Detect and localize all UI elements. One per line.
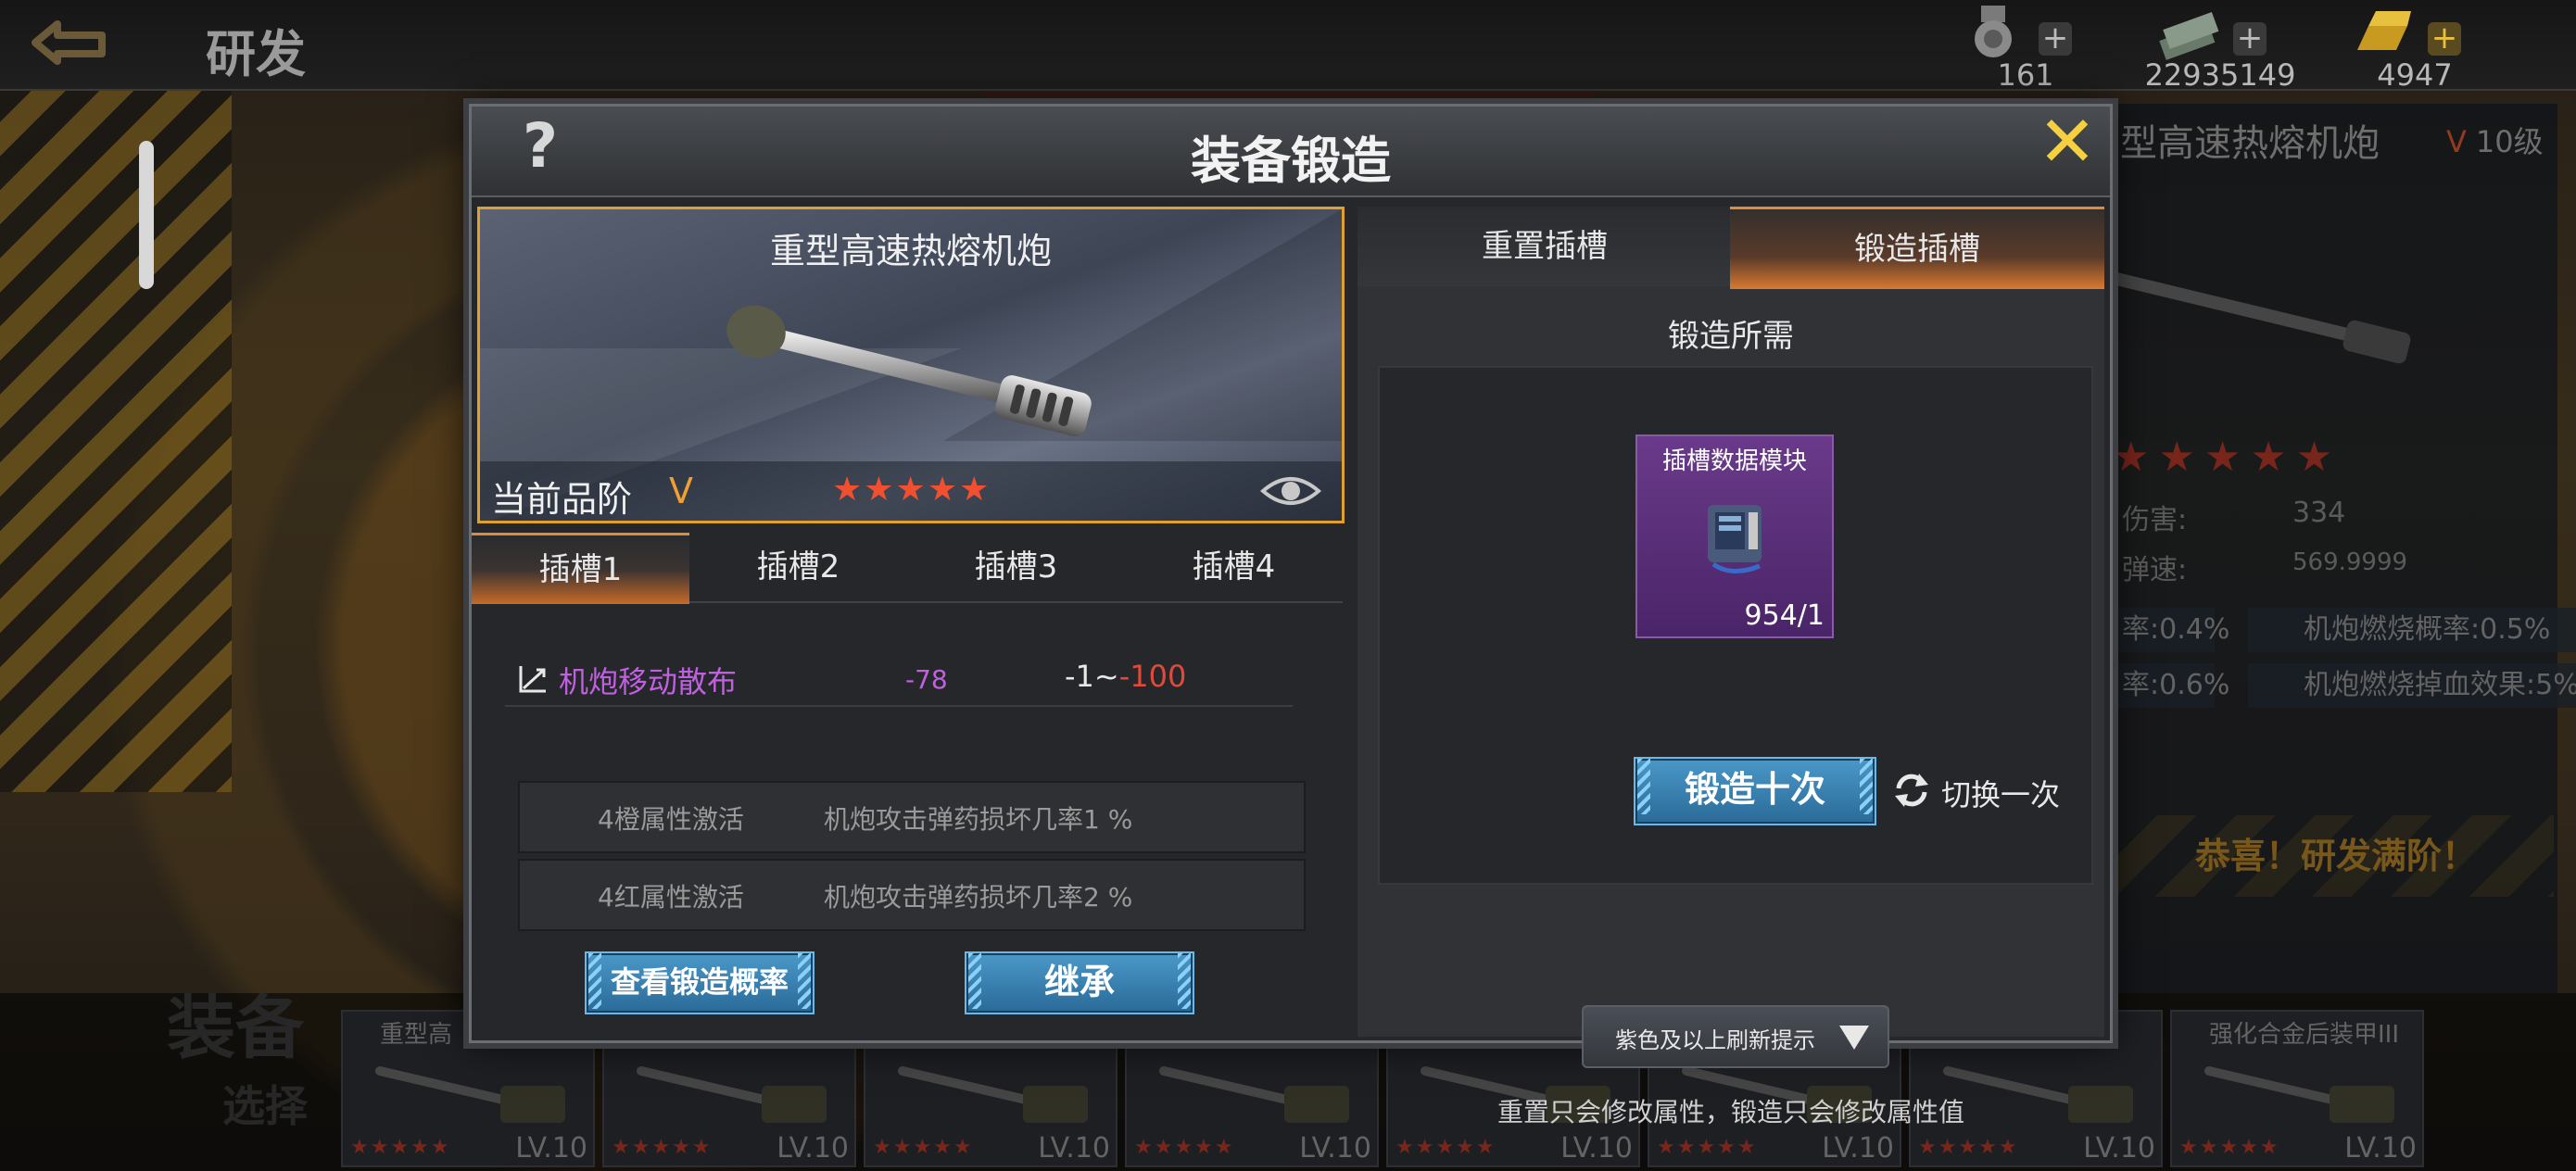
attribute-value: -78 — [905, 664, 948, 695]
button-stripe — [1637, 759, 1650, 814]
top-bar: 研发 + 161 + 22935149 + 4947 — [0, 0, 2576, 93]
gold-bar-icon — [2357, 11, 2411, 50]
gold-count: 4947 — [2377, 57, 2453, 93]
button-stripe — [1860, 759, 1873, 814]
module-quantity: 954/1 — [1744, 599, 1825, 632]
slot-attribute-row: 机炮移动散布 -78 -1~-100 — [505, 651, 1293, 707]
range-min: -1~ — [1065, 659, 1119, 694]
view-forge-odds-button[interactable]: 查看锻造概率 — [585, 951, 814, 1014]
tab-forge-slot[interactable]: 锻造插槽 — [1730, 207, 2104, 289]
triangle-down-icon — [1839, 1026, 1869, 1050]
sidebar-drag-handle[interactable] — [139, 141, 154, 289]
tab-slot-1[interactable]: 插槽1 — [472, 533, 689, 604]
data-module-icon — [1708, 505, 1762, 573]
button-stripe — [798, 953, 811, 1009]
eye-icon[interactable] — [1260, 471, 1321, 511]
forge-modal: ? 装备锻造 ✕ 重型高速热熔机炮 当前品阶 V ★★★★★ 插槽1 插槽2 插… — [469, 104, 2113, 1127]
refresh-icon — [1895, 774, 1928, 807]
refresh-alert-dropdown[interactable]: 紫色及以上刷新提示 — [1582, 1005, 1889, 1068]
set-bonus-desc: 机炮攻击弹药损坏几率1 % — [824, 804, 1133, 835]
equipment-quality-bar: 当前品阶 V ★★★★★ — [480, 461, 1342, 521]
equipment-name: 重型高速热熔机炮 — [769, 231, 1052, 271]
view-forge-odds-label: 查看锻造概率 — [610, 964, 789, 1000]
forge-requirements-panel: 重置插槽 锻造插槽 锻造所需 插槽数据模块 954/1 锻造十次 切换一次 紫色… — [1357, 207, 2104, 1127]
forge-footnote: 重置只会修改属性，锻造只会修改属性值 — [1496, 1097, 1964, 1127]
switch-once-label: 切换一次 — [1941, 777, 2061, 812]
slot-data-module-item[interactable]: 插槽数据模块 954/1 — [1635, 434, 1834, 638]
forge-ten-times-label: 锻造十次 — [1684, 769, 1825, 810]
cash-stack-icon — [2159, 12, 2219, 60]
tab-slot-2[interactable]: 插槽2 — [689, 533, 907, 601]
back-arrow-icon[interactable] — [17, 17, 115, 69]
quality-value: V — [669, 471, 693, 511]
medals-count: 161 — [1997, 57, 2054, 93]
add-medals-button[interactable]: + — [2039, 22, 2072, 56]
set-bonus-row: 4橙属性激活 机炮攻击弹药损坏几率1 % — [518, 781, 1306, 853]
close-button[interactable]: ✕ — [2034, 107, 2101, 177]
requirements-box: 插槽数据模块 954/1 锻造十次 切换一次 — [1378, 366, 2093, 885]
cash-count: 22935149 — [2144, 57, 2296, 93]
add-gold-button[interactable]: + — [2428, 22, 2461, 56]
inherit-button[interactable]: 继承 — [965, 951, 1194, 1014]
page-title: 研发 — [206, 25, 306, 83]
modal-header: ? 装备锻造 ✕ — [472, 107, 2110, 197]
switch-once-button[interactable]: 切换一次 — [1891, 762, 2086, 818]
equipment-preview-card: 重型高速热熔机炮 当前品阶 V ★★★★★ — [477, 207, 1345, 523]
button-stripe — [968, 953, 981, 1009]
heavy-cannon-image — [726, 305, 1092, 436]
requirements-title: 锻造所需 — [1668, 318, 1794, 355]
set-bonus-row: 4红属性激活 机炮攻击弹药损坏几率2 % — [518, 859, 1306, 931]
quality-label: 当前品阶 — [491, 479, 633, 520]
slot-tabs: 插槽1 插槽2 插槽3 插槽4 — [472, 533, 1343, 604]
attribute-range: -1~-100 — [1065, 659, 1186, 694]
tab-slot-4[interactable]: 插槽4 — [1125, 533, 1343, 601]
modal-title: 装备锻造 — [1191, 132, 1391, 190]
button-stripe — [588, 953, 601, 1009]
star-rating: ★★★★★ — [832, 471, 991, 509]
tab-reset-slot[interactable]: 重置插槽 — [1357, 207, 1732, 286]
medal-icon — [1975, 6, 2012, 57]
range-max: -100 — [1118, 659, 1187, 694]
spread-chart-icon — [519, 666, 546, 693]
add-cash-button[interactable]: + — [2233, 22, 2267, 56]
attribute-name: 机炮移动散布 — [559, 664, 738, 699]
button-stripe — [1178, 953, 1191, 1009]
module-name: 插槽数据模块 — [1661, 447, 1807, 475]
set-bonus-label: 4红属性激活 — [598, 882, 744, 913]
inherit-label: 继承 — [1043, 962, 1115, 1002]
dropdown-label: 紫色及以上刷新提示 — [1615, 1027, 1815, 1053]
forge-ten-times-button[interactable]: 锻造十次 — [1634, 757, 1876, 825]
set-bonus-desc: 机炮攻击弹药损坏几率2 % — [824, 882, 1133, 913]
resource-gold: + 4947 — [2350, 4, 2572, 93]
set-bonus-label: 4橙属性激活 — [598, 804, 744, 835]
tab-slot-3[interactable]: 插槽3 — [907, 533, 1125, 601]
